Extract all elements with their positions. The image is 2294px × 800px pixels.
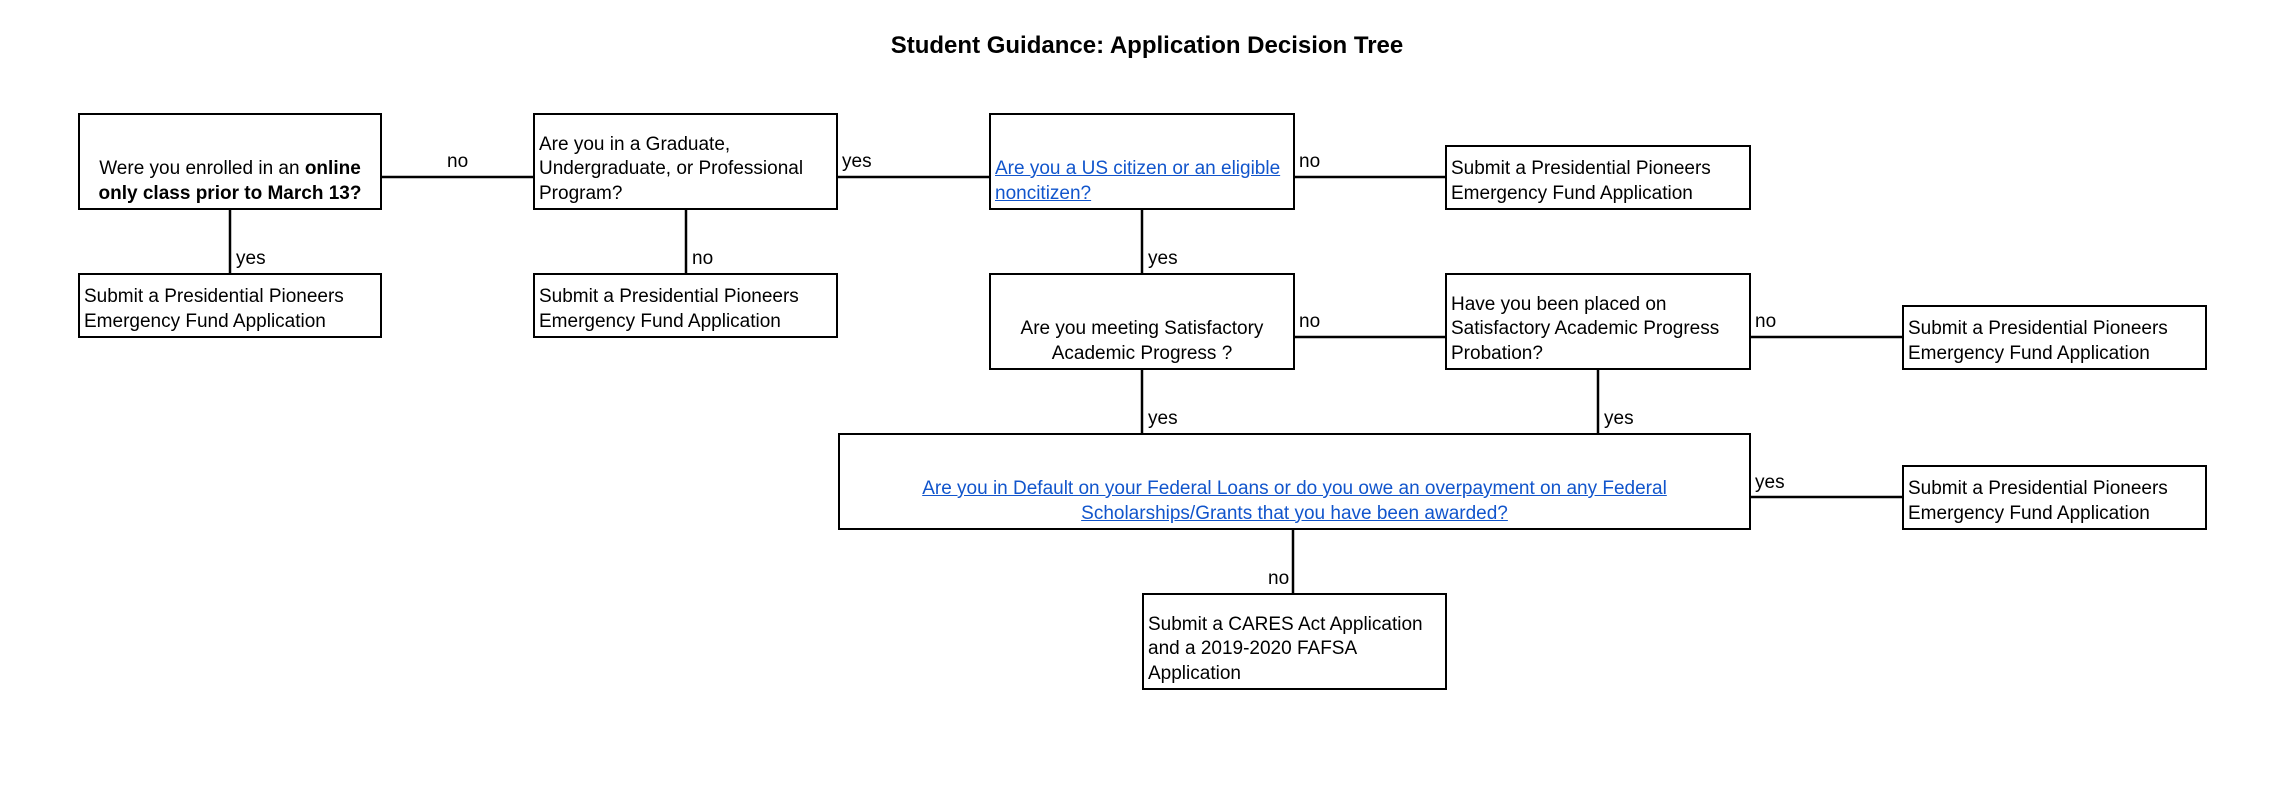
citizen-no-result-text: Submit a Presidential Pioneers Emergency… (1451, 158, 1711, 204)
node-citizen-no-result: Submit a Presidential Pioneers Emergency… (1445, 145, 1751, 210)
node-sap-question: Are you meeting Satisfactory Academic Pr… (989, 273, 1295, 370)
probation-text: Have you been placed on Satisfactory Aca… (1451, 293, 1720, 364)
node-probation-no-result: Submit a Presidential Pioneers Emergency… (1902, 305, 2207, 370)
edge-label-citizen-no: no (1299, 151, 1321, 172)
node-cares-result: Submit a CARES Act Application and a 201… (1142, 593, 1447, 690)
node-program-question: Are you in a Graduate, Undergraduate, or… (533, 113, 838, 210)
node-citizen-question: Are you a US citizen or an eligible nonc… (989, 113, 1295, 210)
edge-label-sap-yes: yes (1148, 408, 1178, 429)
edge-label-probation-no: no (1755, 311, 1777, 332)
edge-label-default-yes: yes (1755, 472, 1785, 493)
online-only-text: Were you enrolled in an (99, 158, 305, 179)
citizen-link[interactable]: Are you a US citizen or an eligible nonc… (995, 158, 1280, 204)
edge-label-online-no: no (447, 151, 469, 172)
edge-label-probation-yes: yes (1604, 408, 1634, 429)
edge-label-citizen-yes: yes (1148, 248, 1178, 269)
node-probation-question: Have you been placed on Satisfactory Aca… (1445, 273, 1751, 370)
edge-label-online-yes: yes (236, 248, 266, 269)
node-program-no-result: Submit a Presidential Pioneers Emergency… (533, 273, 838, 338)
program-no-result-text: Submit a Presidential Pioneers Emergency… (539, 286, 799, 332)
edge-label-program-no: no (692, 248, 714, 269)
sap-text: Are you meeting Satisfactory Academic Pr… (1020, 318, 1264, 364)
node-online-yes-result: Submit a Presidential Pioneers Emergency… (78, 273, 382, 338)
node-default-question: Are you in Default on your Federal Loans… (838, 433, 1751, 530)
program-text: Are you in a Graduate, Undergraduate, or… (539, 133, 804, 204)
edge-label-program-yes: yes (842, 151, 872, 172)
default-link[interactable]: Are you in Default on your Federal Loans… (922, 478, 1667, 524)
edge-label-sap-no: no (1299, 311, 1321, 332)
edge-label-default-no: no (1268, 568, 1290, 589)
probation-no-result-text: Submit a Presidential Pioneers Emergency… (1908, 318, 2168, 364)
default-yes-result-text: Submit a Presidential Pioneers Emergency… (1908, 478, 2168, 524)
cares-text: Submit a CARES Act Application and a 201… (1148, 613, 1423, 684)
node-online-only-question: Were you enrolled in an online only clas… (78, 113, 382, 210)
node-default-yes-result: Submit a Presidential Pioneers Emergency… (1902, 465, 2207, 530)
online-yes-result-text: Submit a Presidential Pioneers Emergency… (84, 286, 344, 332)
